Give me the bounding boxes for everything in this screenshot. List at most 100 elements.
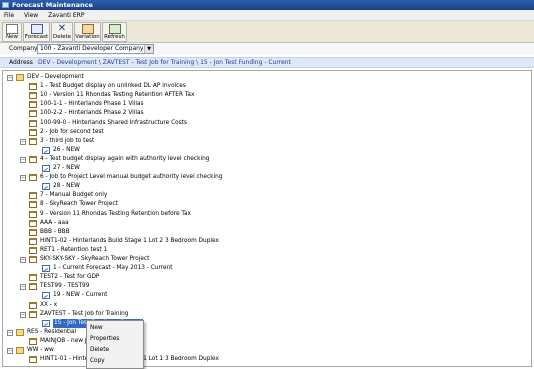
job-icon <box>29 110 37 118</box>
job-icon <box>29 174 37 182</box>
job-icon <box>29 228 37 236</box>
job-icon <box>29 237 37 245</box>
context-menu: New Properties Delete Copy <box>86 320 144 369</box>
company-bar: Company 100 - Zavanti Developer Company … <box>0 43 534 55</box>
tree-node-label: 10 - Version 11 Rhondas Testing Retentio… <box>40 92 195 99</box>
tree-node-label: 100-1-1 - Hinterlands Phase 1 Villas <box>40 101 144 108</box>
collapse-icon[interactable]: − <box>7 348 13 354</box>
refresh-button[interactable]: Refresh <box>102 22 127 42</box>
collapse-icon[interactable]: − <box>7 329 13 336</box>
job-icon <box>29 274 37 282</box>
title-bar: Forecast Maintenance <box>0 0 534 10</box>
collapse-icon[interactable]: − <box>20 138 26 145</box>
forecast-tree[interactable]: − DEV - Development 1 - Test Budget displa… <box>2 70 532 367</box>
toolbar: New Forecast ✕ Delete Variation Refresh <box>0 21 534 43</box>
job-icon <box>29 92 37 100</box>
job-icon <box>29 337 37 345</box>
context-menu-properties[interactable]: Properties <box>87 334 143 345</box>
tree-node-label: WW - ww <box>27 347 54 353</box>
delete-x-icon: ✕ <box>57 23 67 34</box>
tree-node-label: BBB - BBB <box>40 228 70 235</box>
menu-file[interactable]: File <box>0 10 18 21</box>
tree-node-label: XX - x <box>40 301 58 308</box>
tree-node-label: SKY-SKY-SKY - SkyReach Tower Project <box>40 256 150 262</box>
tree-node-label: 28 - NEW <box>53 183 80 190</box>
collapse-icon[interactable]: − <box>7 75 13 81</box>
forecast-icon <box>30 24 43 34</box>
job-icon <box>29 246 37 254</box>
company-select[interactable]: 100 - Zavanti Developer Company ▼ <box>37 44 154 54</box>
window-title: Forecast Maintenance <box>12 1 93 9</box>
menu-bar: File View Zavanti ERP <box>0 10 534 21</box>
job-icon <box>29 219 37 227</box>
job-icon <box>29 356 37 364</box>
variation-button-label: Variation <box>75 34 100 40</box>
job-icon <box>29 201 37 209</box>
job-icon <box>29 283 37 291</box>
collapse-icon[interactable]: − <box>20 257 26 263</box>
new-button-label: New <box>6 34 18 40</box>
menu-view[interactable]: View <box>20 10 42 21</box>
tree-node-label: 1 - Test Budget display on unlinked DL A… <box>40 83 186 90</box>
folder-icon <box>16 347 24 354</box>
variation-icon <box>81 24 94 34</box>
collapse-icon[interactable]: − <box>20 311 26 318</box>
job-icon <box>29 192 37 200</box>
new-icon <box>6 24 18 34</box>
forecast-icon <box>42 319 50 327</box>
tree-node-label: 9 - Version 11 Rhondas Testing Retention… <box>40 210 191 217</box>
forecast-icon <box>42 265 50 273</box>
collapse-icon[interactable]: − <box>20 175 26 182</box>
job-icon <box>29 137 37 145</box>
delete-button-label: Delete <box>52 34 72 40</box>
tree-node-label: RET1 - Retention test 1 <box>40 246 108 253</box>
refresh-icon <box>108 24 121 34</box>
tree-node-label: TEST99 - TEST99 <box>40 283 90 290</box>
variation-button[interactable]: Variation <box>74 22 101 42</box>
menu-zavanti-erp[interactable]: Zavanti ERP <box>44 10 88 21</box>
app-icon <box>2 2 9 8</box>
collapse-icon[interactable]: − <box>20 156 26 163</box>
new-button[interactable]: New <box>2 22 22 42</box>
tree-node-label: 3 - third job to test <box>40 137 95 144</box>
collapse-icon[interactable]: − <box>20 284 26 291</box>
tree-node-label: 100-99-0 - Hinterlands Shared Infrastruc… <box>40 119 188 126</box>
tree-node-label: 1 - Current Forecast - May 2013 - Curren… <box>53 265 173 272</box>
context-menu-delete[interactable]: Delete <box>87 345 143 356</box>
delete-button[interactable]: ✕ Delete <box>51 22 73 42</box>
tree-node-label: 19 - NEW - Current <box>53 292 108 299</box>
address-path[interactable]: DEV - Development \ ZAVTEST - Test Job f… <box>38 59 291 66</box>
company-label: Company <box>9 45 38 52</box>
refresh-button-label: Refresh <box>104 34 125 40</box>
tree-node-label: 7 - Manual Budget only <box>40 192 108 199</box>
job-icon <box>29 128 37 136</box>
tree-node-label: 100-2-2 - Hinterlands Phase 2 Villas <box>40 110 144 117</box>
forecast-button[interactable]: Forecast <box>23 22 50 42</box>
tree-node-label: 4 - Test budget display again with autho… <box>40 155 210 162</box>
job-icon <box>29 119 37 127</box>
tree-node-label: TEST2 - Test for GDP <box>40 274 100 281</box>
forecast-icon <box>42 292 50 300</box>
chevron-down-icon[interactable]: ▼ <box>144 45 153 53</box>
tree-node-label: DEV - Development <box>27 74 84 80</box>
job-icon <box>29 210 37 218</box>
company-select-value: 100 - Zavanti Developer Company <box>40 45 144 52</box>
tree-node-label: 8 - SkyReach Tower Project <box>40 201 118 208</box>
job-icon <box>29 301 37 309</box>
forecast-icon <box>42 146 50 154</box>
address-bar: Address DEV - Development \ ZAVTEST - Te… <box>0 57 534 68</box>
folder-icon <box>16 74 24 81</box>
tree-node-label: 2 - Job for second test <box>40 128 104 135</box>
job-icon <box>29 101 37 109</box>
tree-node-label: RES - Residential <box>27 328 77 335</box>
context-menu-copy[interactable]: Copy <box>87 356 143 367</box>
tree-node-label: ZAVTEST - Test Job for Training <box>40 310 129 317</box>
context-menu-new[interactable]: New <box>87 323 143 334</box>
job-icon <box>29 256 37 263</box>
forecast-icon <box>42 183 50 191</box>
address-label: Address <box>9 59 33 66</box>
tree-node-label: 26 - NEW <box>53 146 80 153</box>
tree-node-label: AAA - aaa <box>40 219 69 226</box>
tree-node-label: HINT1-02 - Hinterlands Build Stage 1 Lot… <box>40 237 219 244</box>
tree-node-label: 27 - NEW <box>53 165 80 171</box>
